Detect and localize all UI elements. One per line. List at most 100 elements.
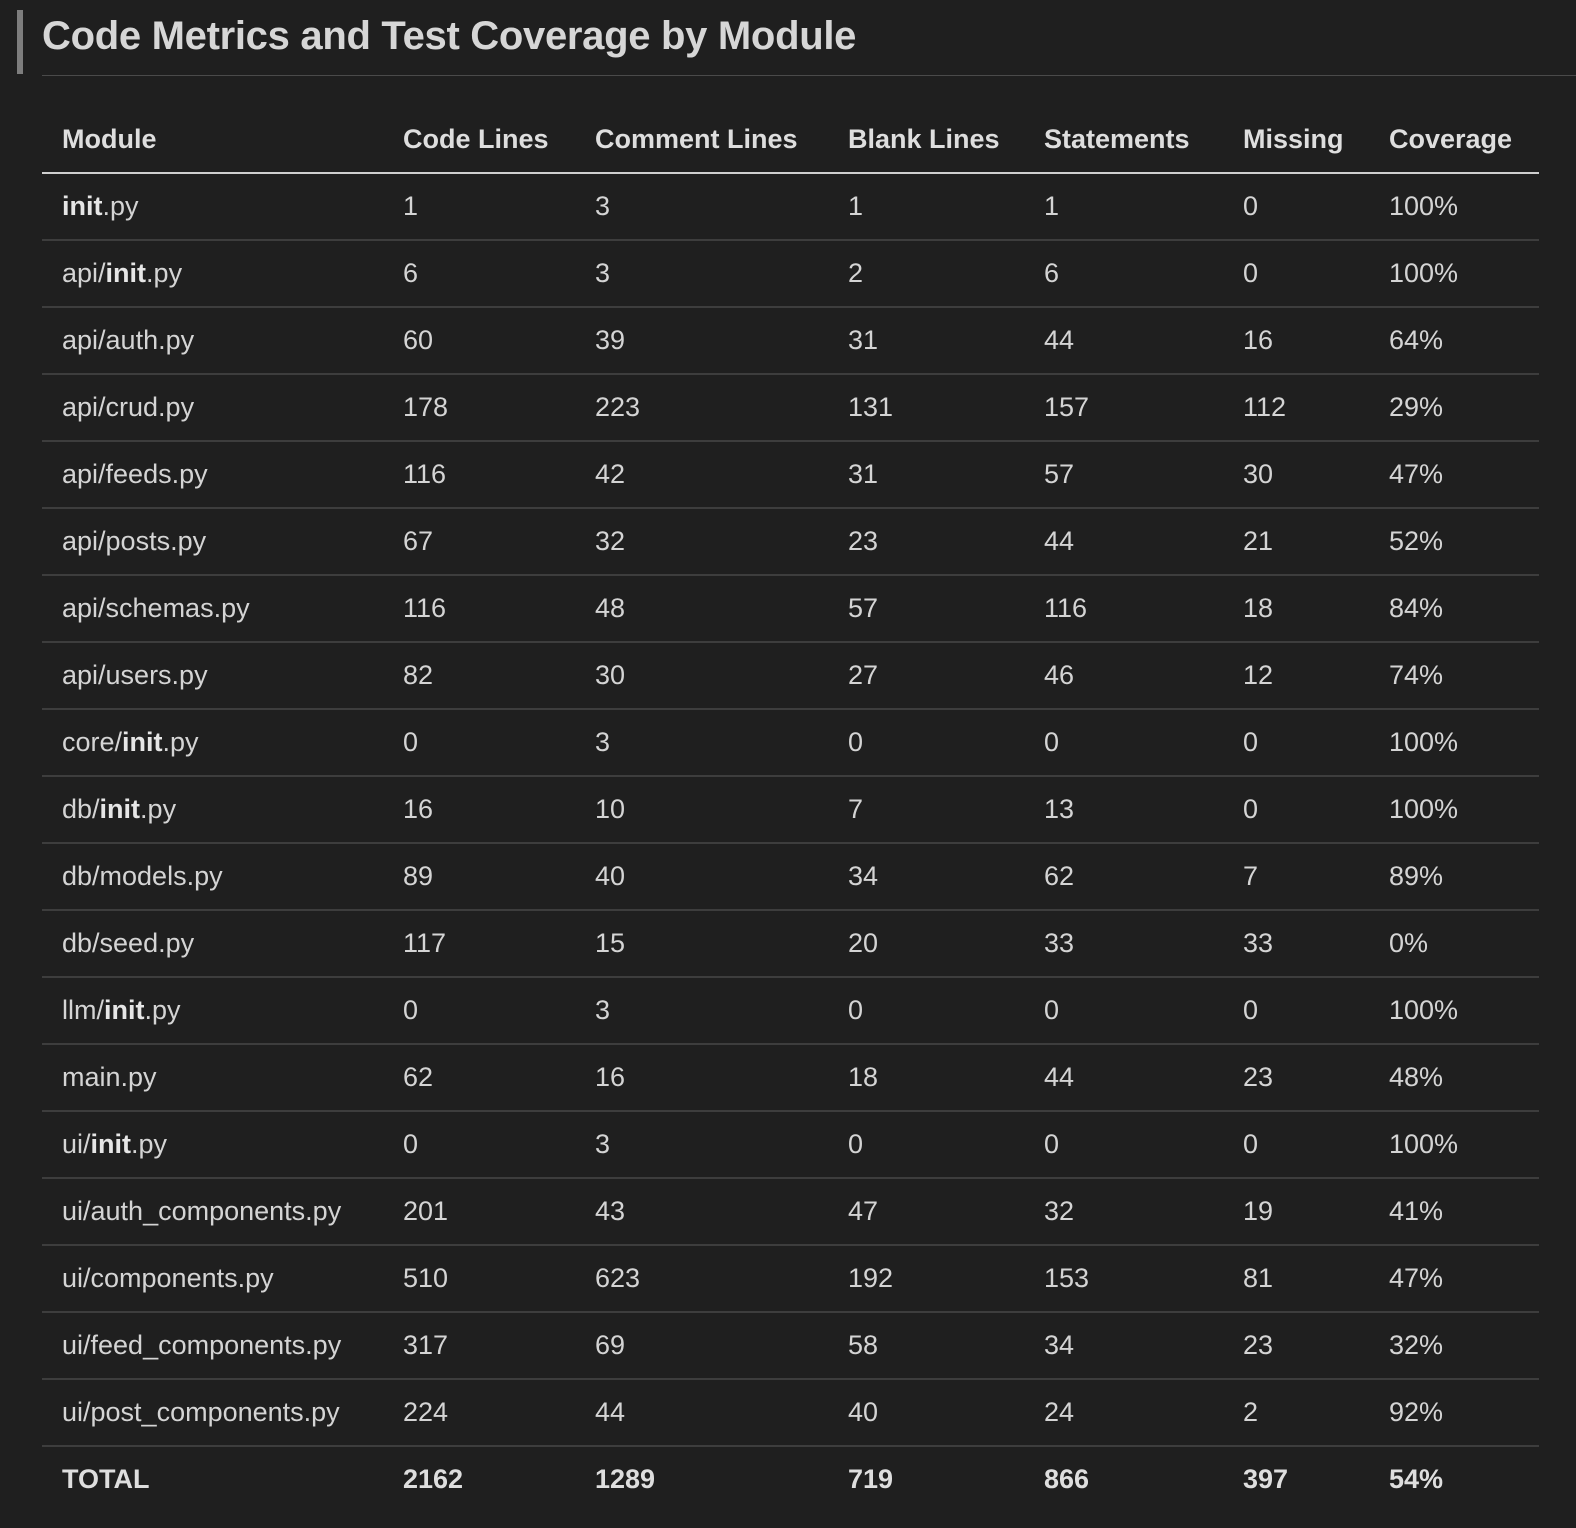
cell-missing: 18 bbox=[1223, 575, 1369, 643]
module-name-emphasis: init bbox=[62, 191, 103, 221]
total-cell-code-lines: 2162 bbox=[403, 1464, 464, 1494]
cell-comment-lines: 32 bbox=[575, 508, 828, 576]
table-row: ui/feed_components.py 317 69 58 34 23 32% bbox=[42, 1312, 1539, 1380]
total-row: TOTAL 2162 1289 719 866 397 54% bbox=[42, 1446, 1539, 1512]
cell-statements: 0 bbox=[1024, 977, 1223, 1045]
module-name-part: ui/post_components.py bbox=[62, 1397, 340, 1427]
section-heading: Code Metrics and Test Coverage by Module bbox=[0, 0, 1576, 78]
cell-blank-lines: 7 bbox=[828, 776, 1024, 844]
total-label: TOTAL bbox=[62, 1464, 150, 1494]
table-row: api/auth.py 60 39 31 44 16 64% bbox=[42, 307, 1539, 375]
module-name-part: ui/feed_components.py bbox=[62, 1330, 342, 1360]
cell-code-lines: 116 bbox=[383, 441, 575, 509]
module-name-part: main.py bbox=[62, 1062, 157, 1092]
module-name-part: ui/auth_components.py bbox=[62, 1196, 342, 1226]
cell-code-lines: 16 bbox=[383, 776, 575, 844]
cell-module: db/init.py bbox=[42, 776, 383, 844]
table-row: api/init.py 6 3 2 6 0 100% bbox=[42, 240, 1539, 308]
cell-code-lines: 0 bbox=[383, 977, 575, 1045]
cell-comment-lines: 3 bbox=[575, 240, 828, 308]
cell-missing: 0 bbox=[1223, 709, 1369, 777]
cell-missing: 23 bbox=[1223, 1044, 1369, 1112]
cell-missing: 7 bbox=[1223, 843, 1369, 911]
cell-missing: 112 bbox=[1223, 374, 1369, 442]
cell-comment-lines: 223 bbox=[575, 374, 828, 442]
cell-module: main.py bbox=[42, 1044, 383, 1112]
module-name-emphasis: init bbox=[104, 995, 145, 1025]
cell-blank-lines: 1 bbox=[828, 173, 1024, 241]
cell-code-lines: 178 bbox=[383, 374, 575, 442]
module-name-part: api/schemas.py bbox=[62, 593, 250, 623]
module-name-part: .py bbox=[144, 995, 181, 1025]
cell-module: api/feeds.py bbox=[42, 441, 383, 509]
table-row: api/schemas.py 116 48 57 116 18 84% bbox=[42, 575, 1539, 643]
cell-module: api/auth.py bbox=[42, 307, 383, 375]
module-name-part: api/posts.py bbox=[62, 526, 207, 556]
cell-statements: 62 bbox=[1024, 843, 1223, 911]
cell-module: ui/post_components.py bbox=[42, 1379, 383, 1447]
cell-coverage: 48% bbox=[1369, 1044, 1539, 1112]
cell-coverage: 41% bbox=[1369, 1178, 1539, 1246]
module-name-part: api/feeds.py bbox=[62, 459, 208, 489]
column-header-coverage: Coverage bbox=[1369, 106, 1539, 174]
table-row: init.py 1 3 1 1 0 100% bbox=[42, 173, 1539, 241]
module-name-part: .py bbox=[140, 794, 177, 824]
cell-code-lines: 117 bbox=[383, 910, 575, 978]
cell-statements: 44 bbox=[1024, 508, 1223, 576]
cell-module: ui/auth_components.py bbox=[42, 1178, 383, 1246]
cell-statements: 33 bbox=[1024, 910, 1223, 978]
cell-module: init.py bbox=[42, 173, 383, 241]
cell-missing: 81 bbox=[1223, 1245, 1369, 1313]
cell-blank-lines: 20 bbox=[828, 910, 1024, 978]
module-name-part: api/crud.py bbox=[62, 392, 195, 422]
module-name-part: llm/ bbox=[62, 995, 104, 1025]
module-name-part: core/ bbox=[62, 727, 123, 757]
cell-blank-lines: 31 bbox=[828, 441, 1024, 509]
cell-coverage: 89% bbox=[1369, 843, 1539, 911]
table-body: init.py 1 3 1 1 0 100% api/init.py 6 3 2 6 0 100% api/… bbox=[42, 173, 1539, 1512]
module-name-emphasis: init bbox=[122, 727, 163, 757]
cell-comment-lines: 15 bbox=[575, 910, 828, 978]
total-cell-coverage: 54% bbox=[1389, 1464, 1444, 1494]
page-title: Code Metrics and Test Coverage by Module bbox=[42, 14, 857, 58]
cell-comment-lines: 48 bbox=[575, 575, 828, 643]
table-row: db/models.py 89 40 34 62 7 89% bbox=[42, 843, 1539, 911]
cell-missing: 23 bbox=[1223, 1312, 1369, 1380]
cell-coverage: 100% bbox=[1369, 240, 1539, 308]
cell-comment-lines: 69 bbox=[575, 1312, 828, 1380]
cell-code-lines: 1 bbox=[383, 173, 575, 241]
cell-statements: 44 bbox=[1024, 1044, 1223, 1112]
cell-comment-lines: 40 bbox=[575, 843, 828, 911]
table-row: llm/init.py 0 3 0 0 0 100% bbox=[42, 977, 1539, 1045]
cell-comment-lines: 3 bbox=[575, 709, 828, 777]
cell-code-lines: 60 bbox=[383, 307, 575, 375]
cell-comment-lines: 39 bbox=[575, 307, 828, 375]
cell-comment-lines: 42 bbox=[575, 441, 828, 509]
module-name-part: db/ bbox=[62, 794, 100, 824]
cell-code-lines: 116 bbox=[383, 575, 575, 643]
cell-statements: 34 bbox=[1024, 1312, 1223, 1380]
total-cell-missing: 397 bbox=[1243, 1464, 1289, 1494]
module-name-part: db/models.py bbox=[62, 861, 223, 891]
heading-divider bbox=[42, 75, 1576, 76]
cell-code-lines: 82 bbox=[383, 642, 575, 710]
cell-code-lines: 510 bbox=[383, 1245, 575, 1313]
cell-statements: 46 bbox=[1024, 642, 1223, 710]
module-name-part: .py bbox=[162, 727, 199, 757]
cell-coverage: 0% bbox=[1369, 910, 1539, 978]
cell-comment-lines: 16 bbox=[575, 1044, 828, 1112]
cell-missing: 19 bbox=[1223, 1178, 1369, 1246]
table-row: ui/auth_components.py 201 43 47 32 19 41% bbox=[42, 1178, 1539, 1246]
cell-blank-lines: 40 bbox=[828, 1379, 1024, 1447]
module-name-part: api/users.py bbox=[62, 660, 208, 690]
cell-comment-lines: 10 bbox=[575, 776, 828, 844]
cell-code-lines: 317 bbox=[383, 1312, 575, 1380]
cell-coverage: 47% bbox=[1369, 1245, 1539, 1313]
cell-statements: 24 bbox=[1024, 1379, 1223, 1447]
cell-comment-lines: 3 bbox=[575, 173, 828, 241]
table-row: core/init.py 0 3 0 0 0 100% bbox=[42, 709, 1539, 777]
column-header-module: Module bbox=[42, 106, 383, 174]
column-header-blank-lines: Blank Lines bbox=[828, 106, 1024, 174]
table-row: api/crud.py 178 223 131 157 112 29% bbox=[42, 374, 1539, 442]
cell-code-lines: 67 bbox=[383, 508, 575, 576]
